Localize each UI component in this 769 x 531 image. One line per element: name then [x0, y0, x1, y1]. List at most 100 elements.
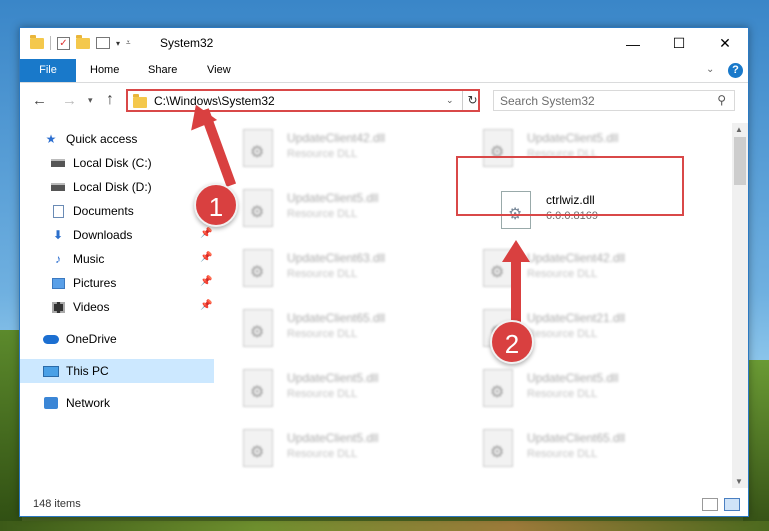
- minimize-button[interactable]: —: [610, 28, 656, 59]
- window-title: System32: [160, 36, 214, 50]
- sidebar-item-music[interactable]: ♪ Music 📌: [50, 247, 214, 271]
- dll-file-icon: [243, 189, 273, 227]
- details-view-icon[interactable]: [702, 498, 718, 511]
- address-path[interactable]: C:\Windows\System32: [154, 94, 275, 108]
- file-description: Resource DLL: [527, 328, 598, 340]
- sidebar-item-label: Music: [73, 252, 105, 266]
- dll-file-icon: [243, 429, 273, 467]
- step-badge-2: 2: [490, 320, 534, 364]
- sidebar-item-documents[interactable]: Documents: [50, 199, 214, 223]
- file-tile[interactable]: UpdateClient5.dll Resource DLL: [219, 183, 449, 233]
- title-bar: ✓ ▾ ⩡ System32 — ☐ ✕: [20, 28, 748, 59]
- ribbon-tabs: File Home Share View ⌄ ?: [20, 59, 748, 83]
- sidebar-item-videos[interactable]: Videos 📌: [50, 295, 214, 319]
- pictures-icon: [50, 276, 66, 290]
- search-input[interactable]: [500, 93, 700, 108]
- highlight-box-file: [456, 156, 684, 216]
- pc-icon: [43, 364, 59, 378]
- download-icon: ⬇: [52, 228, 64, 242]
- sidebar-item-local-disk-c[interactable]: Local Disk (C:): [50, 151, 214, 175]
- scroll-up-icon[interactable]: ▲: [735, 125, 743, 134]
- file-description: Resource DLL: [287, 328, 358, 340]
- file-tile[interactable]: UpdateClient5.dll Resource DLL: [219, 423, 449, 473]
- sidebar-item-label: Local Disk (D:): [73, 180, 152, 194]
- file-name: UpdateClient5.dll: [527, 371, 619, 385]
- status-bar: 148 items: [20, 494, 748, 516]
- item-count: 148 items: [33, 498, 81, 510]
- sidebar-item-this-pc[interactable]: This PC: [20, 359, 214, 383]
- large-icons-view-icon[interactable]: [724, 498, 740, 511]
- step-badge-1: 1: [194, 183, 238, 227]
- file-tile[interactable]: UpdateClient65.dll Resource DLL: [219, 303, 449, 353]
- chevron-down-icon[interactable]: ⌄: [446, 95, 454, 106]
- view-options-icon[interactable]: [96, 37, 110, 49]
- recent-locations-icon[interactable]: ▾: [88, 95, 93, 106]
- file-name: UpdateClient63.dll: [287, 251, 386, 265]
- sidebar-item-pictures[interactable]: Pictures 📌: [50, 271, 214, 295]
- dll-file-icon: [243, 249, 273, 287]
- sidebar-item-onedrive[interactable]: OneDrive: [43, 327, 214, 351]
- address-bar[interactable]: C:\Windows\System32 ⌄ ↻: [126, 89, 480, 112]
- search-box[interactable]: ⚲: [493, 90, 735, 111]
- up-arrow-icon[interactable]: ↑: [106, 91, 114, 109]
- file-name: UpdateClient42.dll: [527, 251, 626, 265]
- file-explorer-window: ✓ ▾ ⩡ System32 — ☐ ✕ File Home Share Vie…: [19, 27, 749, 517]
- sidebar-item-label: Local Disk (C:): [73, 156, 152, 170]
- file-tile[interactable]: UpdateClient5.dll Resource DLL: [459, 363, 689, 413]
- scroll-down-icon[interactable]: ▼: [735, 477, 743, 486]
- chevron-down-icon[interactable]: ▾: [116, 39, 120, 48]
- scrollbar-thumb[interactable]: [734, 137, 746, 185]
- help-icon[interactable]: ?: [728, 63, 743, 78]
- search-icon[interactable]: ⚲: [717, 93, 726, 107]
- folder-icon: [133, 94, 147, 108]
- expand-ribbon-icon[interactable]: ⌄: [706, 64, 714, 75]
- pin-icon[interactable]: 📌: [200, 228, 212, 239]
- file-description: Resource DLL: [287, 148, 358, 160]
- properties-check-icon[interactable]: ✓: [57, 36, 70, 50]
- refresh-icon[interactable]: ↻: [462, 91, 482, 110]
- dll-file-icon: [243, 369, 273, 407]
- file-name: UpdateClient5.dll: [527, 131, 619, 145]
- tab-home[interactable]: Home: [78, 59, 131, 82]
- sidebar-item-downloads[interactable]: ⬇ Downloads 📌: [50, 223, 214, 247]
- customize-toolbar-icon[interactable]: ⩡: [126, 38, 131, 48]
- tab-share[interactable]: Share: [136, 59, 189, 82]
- sidebar-item-label: Quick access: [66, 132, 138, 146]
- sidebar-item-quick-access[interactable]: ★ Quick access: [43, 127, 214, 151]
- file-tile[interactable]: UpdateClient42.dll Resource DLL: [459, 243, 689, 293]
- file-name: UpdateClient5.dll: [287, 431, 379, 445]
- music-icon: ♪: [55, 252, 61, 266]
- file-name: UpdateClient65.dll: [527, 431, 626, 445]
- file-description: Resource DLL: [287, 268, 358, 280]
- file-description: Resource DLL: [287, 388, 358, 400]
- file-name: UpdateClient5.dll: [287, 371, 379, 385]
- folder-icon[interactable]: [30, 34, 44, 49]
- file-tile[interactable]: UpdateClient5.dll Resource DLL: [219, 363, 449, 413]
- forward-arrow-icon[interactable]: →: [62, 92, 77, 109]
- pin-icon[interactable]: 📌: [200, 276, 212, 287]
- pin-icon[interactable]: 📌: [200, 252, 212, 263]
- file-description: Resource DLL: [287, 448, 358, 460]
- file-description: Resource DLL: [527, 268, 598, 280]
- sidebar-item-label: Videos: [73, 300, 110, 314]
- drive-icon: [50, 180, 66, 194]
- pin-icon[interactable]: 📌: [200, 300, 212, 311]
- sidebar-item-label: Documents: [73, 204, 134, 218]
- sidebar-item-local-disk-d[interactable]: Local Disk (D:): [50, 175, 214, 199]
- sidebar-item-network[interactable]: Network: [43, 391, 214, 415]
- file-tile[interactable]: UpdateClient63.dll Resource DLL: [219, 243, 449, 293]
- back-arrow-icon[interactable]: ←: [32, 92, 47, 109]
- drive-icon: [50, 156, 66, 170]
- tab-view[interactable]: View: [195, 59, 243, 82]
- file-name: UpdateClient21.dll: [527, 311, 626, 325]
- close-button[interactable]: ✕: [702, 28, 748, 59]
- file-tile[interactable]: UpdateClient65.dll Resource DLL: [459, 423, 689, 473]
- file-name: UpdateClient65.dll: [287, 311, 386, 325]
- maximize-button[interactable]: ☐: [656, 28, 702, 59]
- vertical-scrollbar[interactable]: ▲ ▼: [732, 123, 748, 488]
- tab-file[interactable]: File: [20, 59, 76, 82]
- file-tile[interactable]: UpdateClient42.dll Resource DLL: [219, 123, 449, 173]
- new-folder-icon[interactable]: [76, 34, 90, 49]
- dll-file-icon: [243, 129, 273, 167]
- star-icon: ★: [45, 132, 57, 146]
